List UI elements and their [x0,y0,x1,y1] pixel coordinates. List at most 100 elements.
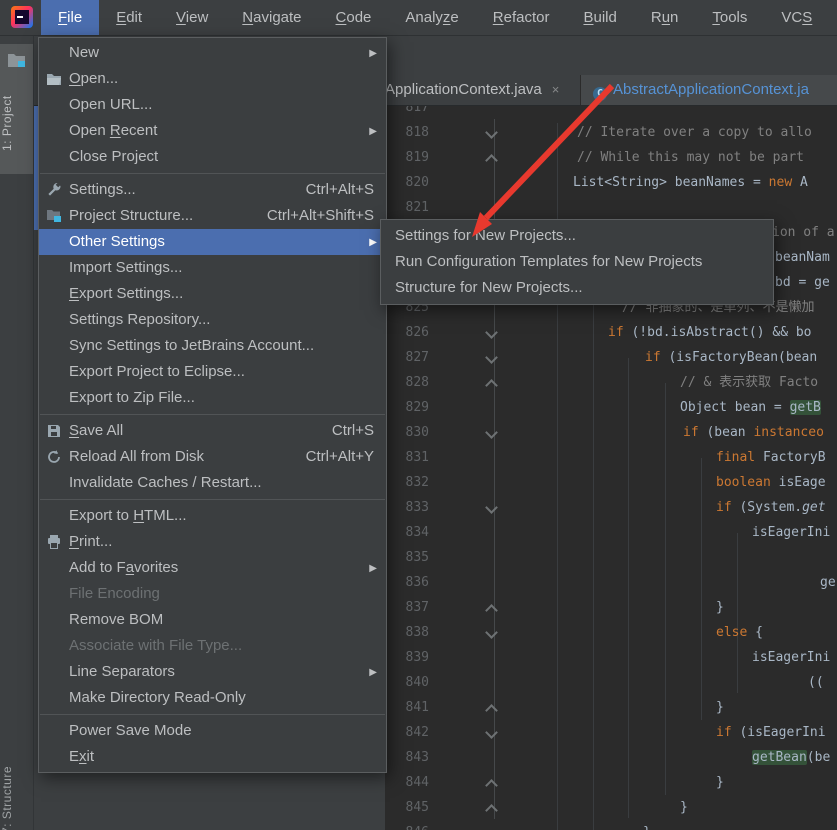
code-token: } [716,775,724,790]
menu-item-import-settings[interactable]: Import Settings... [39,255,386,281]
menu-item-exit[interactable]: Exit [39,744,386,770]
fold-end-icon[interactable] [485,804,498,817]
code-line[interactable]: // While this may not be part [577,145,812,170]
submenu-item-settings-for-new-projects[interactable]: Settings for New Projects... [381,223,773,249]
code-line[interactable]: List<String> beanNames = new A [573,170,808,195]
code-line[interactable]: beanNam [775,245,830,270]
code-line[interactable]: (( [808,670,824,695]
code-line[interactable]: if (bean instanceo [683,420,824,445]
menubar-item-build[interactable]: Build [566,0,633,35]
menu-item-shortcut: Ctrl+Alt+S [306,177,374,203]
menu-item-export-project-to-eclipse[interactable]: Export Project to Eclipse... [39,359,386,385]
menu-item-export-to-html[interactable]: Export to HTML... [39,503,386,529]
code-line[interactable]: } [716,695,724,720]
menu-item-add-to-favorites[interactable]: Add to Favorites▶ [39,555,386,581]
menu-item-sync-settings-to-jetbrains-account[interactable]: Sync Settings to JetBrains Account... [39,333,386,359]
menu-item-export-settings[interactable]: Export Settings... [39,281,386,307]
menu-item-make-directory-read-only[interactable]: Make Directory Read-Only [39,685,386,711]
menu-item-export-to-zip-file[interactable]: Export to Zip File... [39,385,386,411]
fold-expand-icon[interactable] [485,426,498,439]
menu-item-remove-bom[interactable]: Remove BOM [39,607,386,633]
fold-end-icon[interactable] [485,779,498,792]
fold-expand-icon[interactable] [485,351,498,364]
code-line[interactable]: ion of a [772,220,835,245]
tab-label: AbstractApplicationContext.ja [613,81,809,98]
code-line[interactable]: final FactoryB [716,445,826,470]
menu-item-settings[interactable]: Settings...Ctrl+Alt+S [39,177,386,203]
code-line[interactable]: isEagerIni [752,520,830,545]
tab-applicationcontext[interactable]: ApplicationContext.java× [370,75,595,105]
menu-item-print[interactable]: Print... [39,529,386,555]
code-line[interactable]: } [643,820,651,830]
menubar-item-window[interactable]: Window [829,0,837,35]
menubar-item-tools[interactable]: Tools [695,0,764,35]
menu-item-close-project[interactable]: Close Project [39,144,386,170]
submenu-item-run-configuration-templates-for-new-projects[interactable]: Run Configuration Templates for New Proj… [381,249,773,275]
tool-stripe-structure-button[interactable]: 7: Structure [0,740,33,830]
code-token: isEage [771,475,826,490]
menu-item-settings-repository[interactable]: Settings Repository... [39,307,386,333]
menu-item-line-separators[interactable]: Line Separators▶ [39,659,386,685]
line-number: 829 [385,395,429,420]
code-token: // While this may not be part [577,150,812,165]
menubar-item-navigate[interactable]: Navigate [225,0,318,35]
menu-item-invalidate-caches-restart[interactable]: Invalidate Caches / Restart... [39,470,386,496]
code-line[interactable]: if (isFactoryBean(bean [645,345,817,370]
menu-item-project-structure[interactable]: Project Structure...Ctrl+Alt+Shift+S [39,203,386,229]
code-line[interactable]: Object bean = getB [680,395,821,420]
fold-end-icon[interactable] [485,379,498,392]
menu-item-save-all[interactable]: Save AllCtrl+S [39,418,386,444]
code-line[interactable]: if (System.get [716,495,826,520]
menu-item-label: Export to HTML... [69,507,187,524]
code-token: if [645,350,661,365]
menu-item-associate-with-file-type[interactable]: Associate with File Type... [39,633,386,659]
menubar-item-run[interactable]: Run [634,0,696,35]
menu-item-other-settings[interactable]: Other Settings▶ [39,229,386,255]
fold-end-icon[interactable] [485,604,498,617]
code-line[interactable]: } [716,595,724,620]
code-editor[interactable]: 817818// Iterate over a copy to allo819/… [385,105,837,830]
tab-close-icon[interactable]: × [552,82,560,97]
code-line[interactable]: getBean(be [752,745,830,770]
code-line[interactable]: boolean isEage [716,470,826,495]
menu-item-file-encoding[interactable]: File Encoding [39,581,386,607]
fold-end-icon[interactable] [485,154,498,167]
menubar-item-edit[interactable]: Edit [99,0,159,35]
menu-item-open-recent[interactable]: Open Recent▶ [39,118,386,144]
fold-end-icon[interactable] [485,704,498,717]
code-line[interactable]: bd = ge [775,270,830,295]
fold-expand-icon[interactable] [485,726,498,739]
fold-expand-icon[interactable] [485,501,498,514]
code-line[interactable]: } [680,795,688,820]
fold-expand-icon[interactable] [485,126,498,139]
menu-item-power-save-mode[interactable]: Power Save Mode [39,718,386,744]
menu-item-reload-all-from-disk[interactable]: Reload All from DiskCtrl+Alt+Y [39,444,386,470]
editor-line: 830if (bean instanceo [385,420,837,445]
tool-stripe-project-button[interactable]: 1: Project [0,44,33,174]
menu-item-open[interactable]: Open... [39,66,386,92]
menubar-item-view[interactable]: View [159,0,225,35]
menubar-item-analyze[interactable]: Analyze [388,0,475,35]
code-line[interactable]: } [716,770,724,795]
code-line[interactable]: if (!bd.isAbstract() && bo [608,320,812,345]
editor-line: 834isEagerIni [385,520,837,545]
menu-item-open-url[interactable]: Open URL... [39,92,386,118]
line-number: 835 [385,545,429,570]
tab-abstractapplicationcontext[interactable]: CAbstractApplicationContext.ja [580,75,837,105]
fold-expand-icon[interactable] [485,326,498,339]
submenu-item-structure-for-new-projects[interactable]: Structure for New Projects... [381,275,773,301]
menu-item-new[interactable]: New▶ [39,40,386,66]
code-line[interactable]: ge [820,570,836,595]
line-number: 821 [385,195,429,220]
code-line[interactable]: // Iterate over a copy to allo [577,120,812,145]
code-line[interactable]: else { [716,620,763,645]
menubar-item-refactor[interactable]: Refactor [476,0,567,35]
fold-expand-icon[interactable] [485,626,498,639]
menubar-item-code[interactable]: Code [319,0,389,35]
line-number: 818 [385,120,429,145]
code-line[interactable]: if (isEagerIni [716,720,826,745]
code-line[interactable]: isEagerIni [752,645,830,670]
menubar-item-file[interactable]: File [41,0,99,35]
menubar-item-vcs[interactable]: VCS [764,0,829,35]
code-line[interactable]: // & 表示获取 Facto [680,370,818,395]
